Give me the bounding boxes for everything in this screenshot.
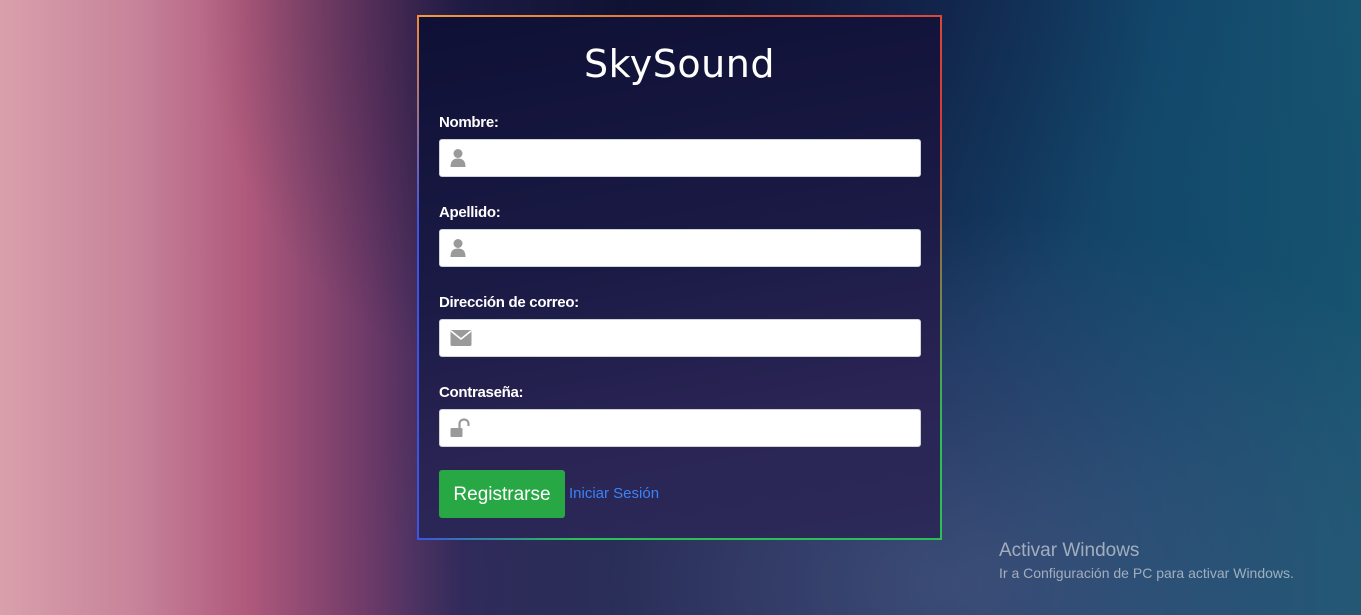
last-name-label: Apellido: [439,204,501,221]
first-name-field: Nombre: [439,115,921,177]
register-card: SkySound Nombre: Apellido: Dirección de … [417,15,942,540]
user-icon [450,239,466,257]
last-name-input[interactable] [480,230,914,266]
password-input-wrap[interactable] [439,409,921,447]
unlock-icon [450,418,470,437]
envelope-icon [450,330,472,346]
user-icon [450,149,466,167]
email-label: Dirección de correo: [439,294,579,311]
last-name-input-wrap[interactable] [439,229,921,267]
password-label: Contraseña: [439,384,524,401]
login-link[interactable]: Iniciar Sesión [569,485,659,502]
register-button[interactable]: Registrarse [439,470,565,518]
last-name-field: Apellido: [439,205,921,267]
email-input-wrap[interactable] [439,319,921,357]
first-name-input-wrap[interactable] [439,139,921,177]
email-field: Dirección de correo: [439,295,921,357]
windows-activation-watermark: Activar Windows Ir a Configuración de PC… [999,539,1294,583]
password-field: Contraseña: [439,385,921,447]
watermark-subtitle: Ir a Configuración de PC para activar Wi… [999,565,1294,581]
watermark-title: Activar Windows [999,540,1140,561]
first-name-input[interactable] [480,140,914,176]
first-name-label: Nombre: [439,114,499,131]
password-input[interactable] [480,410,914,446]
email-input[interactable] [480,320,914,356]
app-title: SkySound [584,42,775,86]
